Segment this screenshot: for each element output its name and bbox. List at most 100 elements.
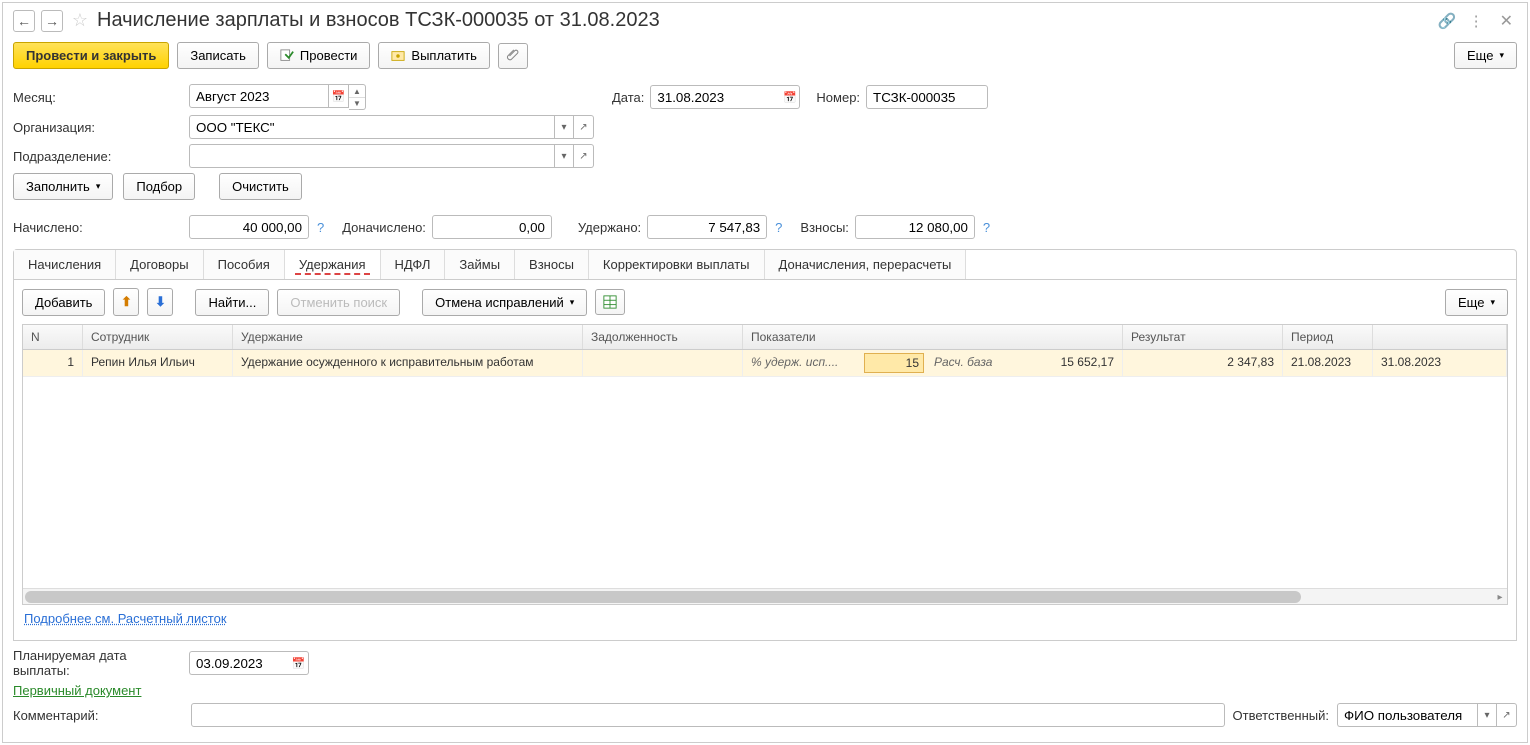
date-input[interactable]: [650, 85, 780, 109]
post-and-close-button[interactable]: Провести и закрыть: [13, 42, 169, 69]
month-label: Месяц:: [13, 90, 183, 105]
comment-input[interactable]: [191, 703, 1225, 727]
detail-link[interactable]: Подробнее см. Расчетный листок: [22, 605, 1508, 632]
month-input[interactable]: [189, 84, 329, 108]
more-button-panel[interactable]: Еще ▾: [1445, 289, 1508, 316]
chevron-down-icon: ▾: [1499, 50, 1504, 61]
addl-label: Доначислено:: [342, 220, 426, 235]
col-deduction[interactable]: Удержание: [233, 325, 583, 349]
tab-0[interactable]: Начисления: [14, 250, 116, 279]
grid-settings-button[interactable]: [595, 289, 625, 315]
favorite-star-icon[interactable]: ☆: [69, 10, 91, 32]
find-button[interactable]: Найти...: [195, 289, 269, 316]
planned-calendar-button[interactable]: 📅: [289, 651, 309, 675]
arrow-down-icon: ⬇: [155, 294, 166, 310]
tab-5[interactable]: Займы: [445, 250, 515, 279]
org-label: Организация:: [13, 120, 183, 135]
org-dropdown-button[interactable]: ▾: [554, 115, 574, 139]
dept-input[interactable]: [189, 144, 554, 168]
cell-employee: Репин Илья Ильич: [83, 350, 233, 376]
tabs-container: НачисленияДоговорыПособияУдержанияНДФЛЗа…: [13, 249, 1517, 280]
dept-label: Подразделение:: [13, 149, 183, 164]
cell-debt: [583, 350, 743, 376]
cell-indicators: % удерж. исп....15Расч. база15 652,17: [743, 350, 1123, 376]
page-title: Начисление зарплаты и взносов ТСЗК-00003…: [97, 9, 1432, 32]
tab-8[interactable]: Доначисления, перерасчеты: [765, 250, 967, 279]
dept-open-button[interactable]: ↗: [574, 144, 594, 168]
col-result[interactable]: Результат: [1123, 325, 1283, 349]
chevron-down-icon: ▾: [1490, 297, 1495, 308]
pick-button[interactable]: Подбор: [123, 173, 195, 200]
grid-header: N Сотрудник Удержание Задолженность Пока…: [23, 325, 1507, 350]
tab-7[interactable]: Корректировки выплаты: [589, 250, 765, 279]
month-calendar-button[interactable]: 📅: [329, 84, 349, 108]
col-indicators[interactable]: Показатели: [743, 325, 1123, 349]
col-employee[interactable]: Сотрудник: [83, 325, 233, 349]
cancel-corrections-button[interactable]: Отмена исправлений ▾: [422, 289, 587, 316]
table-icon: [603, 295, 617, 309]
grid-body[interactable]: 1Репин Илья ИльичУдержание осужденного к…: [23, 350, 1507, 588]
primary-document-link[interactable]: Первичный документ: [13, 683, 141, 698]
col-period2[interactable]: [1373, 325, 1507, 349]
attach-button[interactable]: [498, 43, 528, 69]
pay-icon: [391, 49, 405, 63]
help-contrib[interactable]: ?: [983, 220, 990, 235]
scroll-right-icon[interactable]: ▸: [1492, 589, 1508, 605]
add-row-button[interactable]: Добавить: [22, 289, 105, 316]
nav-back-button[interactable]: ←: [13, 10, 35, 32]
fill-button[interactable]: Заполнить ▾: [13, 173, 113, 200]
pay-button[interactable]: Выплатить: [378, 42, 490, 69]
help-withheld[interactable]: ?: [775, 220, 782, 235]
planned-date-label: Планируемая дата выплаты:: [13, 648, 183, 678]
horizontal-scrollbar[interactable]: ◂ ▸: [23, 588, 1507, 604]
planned-date-input[interactable]: [189, 651, 289, 675]
help-accrued[interactable]: ?: [317, 220, 324, 235]
col-n[interactable]: N: [23, 325, 83, 349]
move-up-button[interactable]: ⬆: [113, 288, 139, 316]
accrued-label: Начислено:: [13, 220, 183, 235]
withheld-value[interactable]: [647, 215, 767, 239]
dept-dropdown-button[interactable]: ▾: [554, 144, 574, 168]
org-open-button[interactable]: ↗: [574, 115, 594, 139]
tab-4[interactable]: НДФЛ: [381, 250, 446, 279]
more-button-top[interactable]: Еще ▾: [1454, 42, 1517, 69]
tab-6[interactable]: Взносы: [515, 250, 589, 279]
contrib-label: Взносы:: [800, 220, 849, 235]
number-input[interactable]: [866, 85, 988, 109]
tab-1[interactable]: Договоры: [116, 250, 203, 279]
indicator-label2: Расч. база: [924, 355, 1014, 371]
table-row[interactable]: 1Репин Илья ИльичУдержание осужденного к…: [23, 350, 1507, 377]
cancel-search-button[interactable]: Отменить поиск: [277, 289, 400, 316]
save-button[interactable]: Записать: [177, 42, 259, 69]
responsible-open-button[interactable]: ↗: [1497, 703, 1517, 727]
month-up-button[interactable]: ▲: [349, 85, 365, 97]
paperclip-icon: [506, 49, 520, 63]
number-label: Номер:: [816, 90, 860, 105]
chevron-down-icon: ▾: [96, 181, 101, 192]
scroll-thumb[interactable]: [25, 591, 1301, 603]
link-icon[interactable]: 🔗: [1438, 12, 1457, 30]
col-period[interactable]: Период: [1283, 325, 1373, 349]
month-down-button[interactable]: ▼: [349, 97, 365, 109]
close-button[interactable]: ✕: [1496, 11, 1517, 31]
nav-forward-button[interactable]: →: [41, 10, 63, 32]
contrib-value[interactable]: [855, 215, 975, 239]
post-icon: [280, 49, 294, 63]
tab-2[interactable]: Пособия: [204, 250, 285, 279]
clear-button[interactable]: Очистить: [219, 173, 302, 200]
move-down-button[interactable]: ⬇: [147, 288, 173, 316]
responsible-dropdown-button[interactable]: ▾: [1477, 703, 1497, 727]
cell-deduction: Удержание осужденного к исправительным р…: [233, 350, 583, 376]
indicator-value[interactable]: 15: [864, 353, 924, 373]
kebab-menu-icon[interactable]: ⋮: [1469, 12, 1484, 30]
responsible-input[interactable]: [1337, 703, 1477, 727]
col-debt[interactable]: Задолженность: [583, 325, 743, 349]
org-input[interactable]: [189, 115, 554, 139]
tab-3[interactable]: Удержания: [285, 250, 381, 279]
addl-value[interactable]: [432, 215, 552, 239]
post-button[interactable]: Провести: [267, 42, 371, 69]
cell-period-to: 31.08.2023: [1373, 350, 1507, 376]
cell-n: 1: [23, 350, 83, 376]
date-calendar-button[interactable]: 📅: [780, 85, 800, 109]
accrued-value[interactable]: [189, 215, 309, 239]
